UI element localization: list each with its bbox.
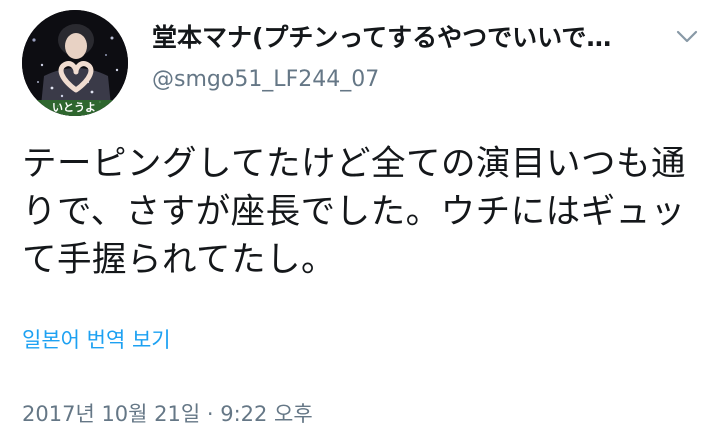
tweet-text-line: て手握られてたし。	[22, 240, 336, 280]
display-name[interactable]: 堂本マナ(プチンってするやつでいいで…	[152, 22, 672, 54]
avatar-caption: いとうよ	[52, 101, 96, 114]
tweet-text-line: テーピングしてたけど全ての演目いつも通	[22, 144, 686, 184]
tweet-card: いとうよ 堂本マナ(プチンってするやつでいいで… @smgo51_LF244_0…	[0, 0, 720, 445]
username[interactable]: @smgo51_LF244_07	[152, 66, 379, 94]
chevron-down-icon[interactable]	[674, 26, 700, 46]
timestamp[interactable]: 2017년 10월 21일 · 9:22 오후	[22, 399, 313, 429]
tweet-text-line: りで、さすが座長でした。ウチにはギュッ	[22, 192, 686, 232]
tweet-text: テーピングしてたけど全ての演目いつも通 りで、さすが座長でした。ウチにはギュッ …	[22, 140, 702, 284]
avatar[interactable]: いとうよ	[22, 10, 128, 116]
translate-link[interactable]: 일본어 번역 보기	[22, 325, 171, 355]
